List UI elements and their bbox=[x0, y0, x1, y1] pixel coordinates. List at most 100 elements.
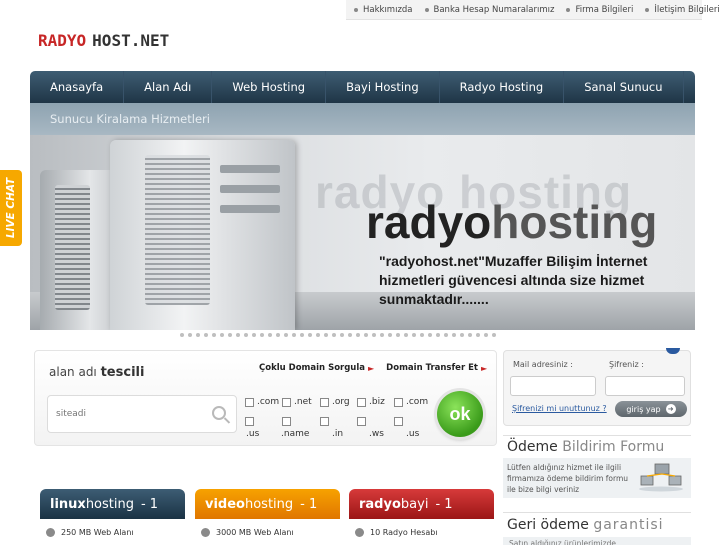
checkbox[interactable] bbox=[245, 397, 254, 407]
panel-number: - 1 bbox=[140, 496, 159, 512]
login-tab-marker bbox=[666, 348, 680, 354]
panel-name-bold: radyo bbox=[359, 496, 401, 512]
top-link-contact[interactable]: İletişim Bilgileri bbox=[645, 4, 720, 15]
sub-nav-item-server-rental[interactable]: Sunucu Kiralama Hizmetleri bbox=[50, 112, 210, 126]
main-nav: Anasayfa Alan Adı Web Hosting Bayi Hosti… bbox=[30, 71, 695, 103]
divider-dot bbox=[492, 333, 496, 337]
checkbox[interactable] bbox=[320, 397, 329, 407]
divider-dot bbox=[324, 333, 328, 337]
divider-dot bbox=[428, 333, 432, 337]
email-field[interactable] bbox=[510, 376, 596, 396]
banner-brand-light: hosting bbox=[491, 196, 658, 248]
logo-part-red: RADYO bbox=[38, 30, 87, 50]
divider-dot bbox=[188, 333, 192, 337]
divider-dot bbox=[340, 333, 344, 337]
divider-dot bbox=[228, 333, 232, 337]
nav-item-radio-hosting[interactable]: Radyo Hosting bbox=[440, 71, 565, 103]
panel-feature: 3000 MB Web Alanı bbox=[195, 519, 340, 545]
payment-notice-box[interactable]: Ödeme Bildirim Formu Lütfen aldığınız hi… bbox=[503, 435, 691, 498]
panel-feature: 10 Radyo Hesabı bbox=[349, 519, 494, 545]
ext-label: .com bbox=[257, 397, 280, 407]
checkbox[interactable] bbox=[357, 417, 366, 426]
divider-dot bbox=[236, 333, 240, 337]
divider-dot bbox=[212, 333, 216, 337]
divider-dot bbox=[300, 333, 304, 337]
login-button[interactable]: giriş yap ➜ bbox=[615, 401, 687, 417]
panel-name-rest: hosting bbox=[244, 496, 294, 512]
divider-dot bbox=[412, 333, 416, 337]
checkbox[interactable] bbox=[357, 397, 366, 407]
ext-checkbox-biz[interactable]: .biz bbox=[357, 397, 385, 407]
live-chat-tab[interactable]: LIVE CHAT bbox=[0, 170, 22, 246]
ext-label: .biz bbox=[369, 397, 385, 407]
checkbox[interactable] bbox=[394, 397, 403, 407]
panel-header: linux hosting - 1 bbox=[40, 489, 185, 519]
nav-item-virtual-server[interactable]: Sanal Sunucu bbox=[564, 71, 684, 103]
nav-item-home[interactable]: Anasayfa bbox=[30, 71, 125, 103]
panel-feature: 250 MB Web Alanı bbox=[40, 519, 185, 545]
panel-video-hosting[interactable]: video hosting - 1 3000 MB Web Alanı bbox=[195, 489, 340, 545]
ext-checkbox-com[interactable]: .com bbox=[245, 397, 279, 407]
divider-dot bbox=[388, 333, 392, 337]
bullet-icon bbox=[645, 7, 650, 12]
top-link-company-info[interactable]: Firma Bilgileri bbox=[566, 5, 633, 15]
divider-dot bbox=[468, 333, 472, 337]
panel-linux-hosting[interactable]: linux hosting - 1 250 MB Web Alanı bbox=[40, 489, 185, 545]
panel-name-bold: linux bbox=[50, 496, 86, 512]
ext-checkbox-ws[interactable]: .ws bbox=[357, 417, 384, 439]
bullet-icon bbox=[424, 7, 429, 12]
top-link-label: İletişim Bilgileri bbox=[654, 4, 720, 15]
divider-dot bbox=[196, 333, 200, 337]
bulk-domain-query-link[interactable]: Çoklu Domain Sorgula ► bbox=[259, 363, 374, 373]
panel-number: - 1 bbox=[435, 496, 453, 512]
panel-name-rest: hosting bbox=[85, 496, 134, 512]
ext-label: .com bbox=[406, 397, 429, 407]
top-link-about[interactable]: Hakkımızda bbox=[354, 5, 413, 15]
password-field[interactable] bbox=[605, 376, 685, 396]
panel-name-bold: video bbox=[205, 496, 245, 512]
ext-checkbox-org[interactable]: .org bbox=[320, 397, 350, 407]
forgot-password-link[interactable]: Şifrenizi mi unuttunuz ? bbox=[512, 404, 607, 413]
panel-feature-label: 250 MB Web Alanı bbox=[61, 527, 134, 537]
domain-search-ok-button[interactable]: ok bbox=[437, 391, 483, 437]
ext-label: .net bbox=[294, 397, 312, 407]
divider-dot bbox=[220, 333, 224, 337]
domain-registration-box: alan adı tescili Çoklu Domain Sorgula ► D… bbox=[34, 350, 497, 446]
nav-item-web-hosting[interactable]: Web Hosting bbox=[212, 71, 327, 103]
checkbox[interactable] bbox=[282, 417, 291, 426]
panel-name-rest: bayi bbox=[400, 496, 429, 512]
ext-checkbox-name[interactable]: .name bbox=[281, 417, 309, 439]
domain-transfer-link[interactable]: Domain Transfer Et ► bbox=[386, 363, 487, 373]
arrow-right-icon: ► bbox=[480, 363, 488, 373]
checkbox[interactable] bbox=[394, 417, 403, 426]
ext-label: .us bbox=[246, 429, 260, 439]
banner-brand: radyohosting bbox=[366, 195, 657, 249]
top-link-bank-accounts[interactable]: Banka Hesap Numaralarımız bbox=[424, 5, 554, 15]
ext-label: .us bbox=[406, 429, 420, 439]
network-computers-icon bbox=[639, 463, 683, 492]
divider-dot bbox=[260, 333, 264, 337]
divider-dot bbox=[476, 333, 480, 337]
ext-checkbox-com-2[interactable]: .com bbox=[394, 397, 428, 407]
search-icon[interactable] bbox=[212, 406, 226, 420]
domain-search-input[interactable] bbox=[48, 396, 198, 432]
checkbox[interactable] bbox=[320, 417, 329, 426]
login-button-label: giriş yap bbox=[626, 404, 661, 414]
panel-header: video hosting - 1 bbox=[195, 489, 340, 519]
ext-checkbox-us-2[interactable]: .us bbox=[394, 417, 419, 439]
refund-title-light: garantisi bbox=[593, 517, 664, 533]
checkbox[interactable] bbox=[245, 417, 254, 426]
nav-item-reseller-hosting[interactable]: Bayi Hosting bbox=[326, 71, 440, 103]
ext-checkbox-us[interactable]: .us bbox=[245, 417, 259, 439]
divider-dot bbox=[204, 333, 208, 337]
divider-dot bbox=[372, 333, 376, 337]
password-label: Şifreniz : bbox=[609, 360, 644, 369]
refund-guarantee-box[interactable]: Geri ödeme garantisi Satın aldığınız ürü… bbox=[503, 512, 691, 545]
checkbox[interactable] bbox=[282, 397, 291, 407]
panel-radio-reseller[interactable]: radyo bayi - 1 10 Radyo Hesabı bbox=[349, 489, 494, 545]
nav-item-domain[interactable]: Alan Adı bbox=[124, 71, 213, 103]
ext-checkbox-in[interactable]: .in bbox=[320, 417, 343, 439]
site-logo[interactable]: RADYO HOST.NET bbox=[38, 28, 169, 52]
divider-dot bbox=[484, 333, 488, 337]
ext-checkbox-net[interactable]: .net bbox=[282, 397, 312, 407]
